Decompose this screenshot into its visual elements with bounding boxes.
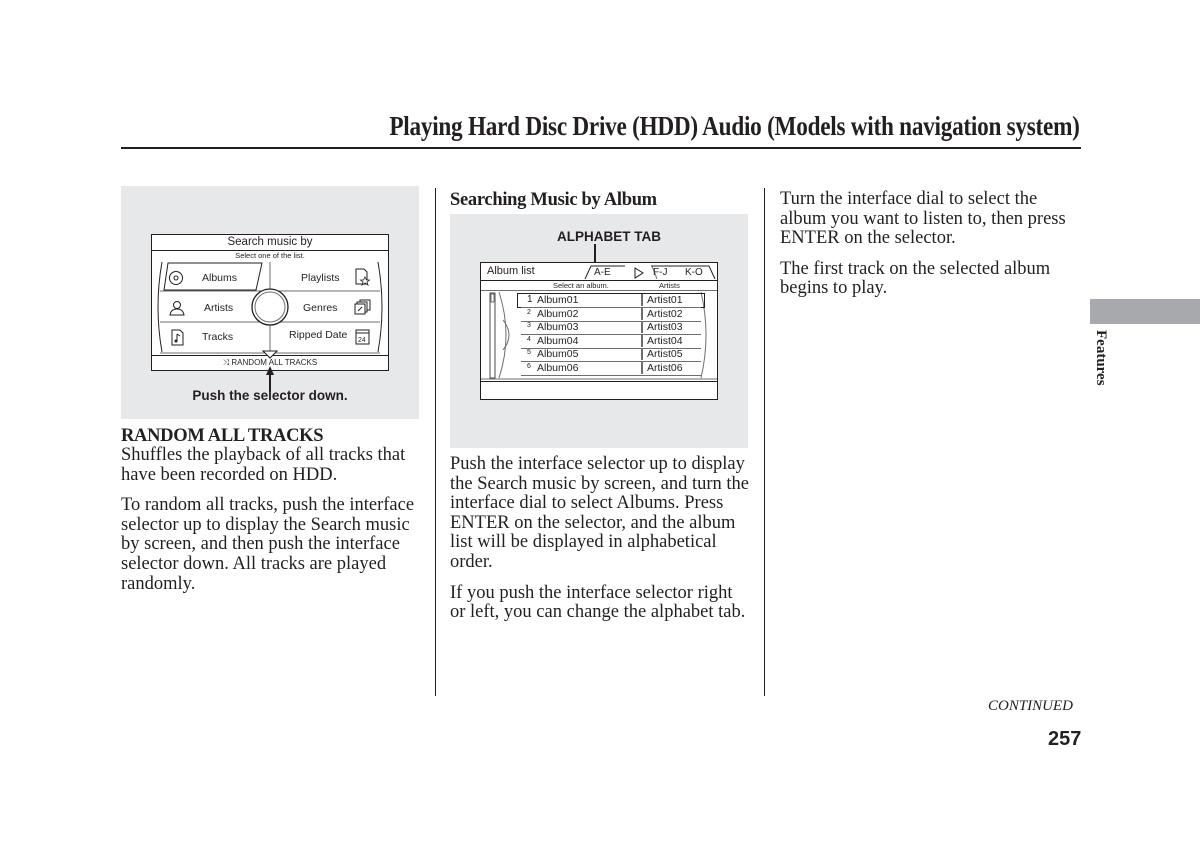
tab-a-e[interactable]: A-E xyxy=(594,267,611,278)
section-tab-marker xyxy=(1090,299,1200,324)
column-divider xyxy=(764,188,765,696)
screen-title: Search music by xyxy=(227,236,313,248)
figure-album-list: ALPHABET TAB Album list A-E F-J K-O Sele… xyxy=(450,214,748,448)
column-header-artist: Artists xyxy=(659,281,680,290)
svg-text:24: 24 xyxy=(358,337,366,344)
artist-name: Artist06 xyxy=(641,362,683,374)
album-list-row[interactable]: 5 Album05 Artist05 xyxy=(521,348,701,362)
title-rule xyxy=(121,147,1081,149)
continued-label: CONTINUED xyxy=(988,698,1074,714)
section-tab-label: Features xyxy=(1093,330,1109,386)
disc-icon xyxy=(168,270,184,291)
alphabet-tab-callout: ALPHABET TAB xyxy=(557,229,661,244)
artist-name: Artist01 xyxy=(641,294,683,306)
tab-k-o[interactable]: K-O xyxy=(685,267,703,278)
column-header-album: Select an album. xyxy=(553,281,609,290)
album-name: Album05 xyxy=(537,348,579,360)
genres-folders-icon xyxy=(354,299,371,320)
option-genres[interactable]: Genres xyxy=(303,302,337,314)
playlist-star-icon xyxy=(354,268,371,291)
calendar-icon: 24 xyxy=(355,328,371,350)
option-ripped-date[interactable]: Ripped Date xyxy=(289,329,347,341)
menu-frame xyxy=(157,261,383,354)
album-name: Album02 xyxy=(537,308,579,320)
album-list-row[interactable]: 3 Album03 Artist03 xyxy=(521,321,701,335)
option-albums[interactable]: Albums xyxy=(202,272,237,284)
album-name: Album03 xyxy=(537,321,579,333)
album-list-row[interactable]: 4 Album04 Artist04 xyxy=(521,335,701,349)
paragraph: Push the interface selector up to displa… xyxy=(450,454,749,572)
figure-search-music: Search music by Select one of the list. … xyxy=(121,186,419,419)
album-name: Album01 xyxy=(537,294,579,306)
page-number: 257 xyxy=(1048,728,1082,750)
row-number: 1 xyxy=(527,294,533,305)
paragraph: Turn the interface dial to select the al… xyxy=(780,189,1066,249)
shuffle-icon: ⤨ xyxy=(222,358,230,367)
row-number: 6 xyxy=(527,363,531,370)
page-title: Playing Hard Disc Drive (HDD) Audio (Mod… xyxy=(389,111,1081,141)
screen-subtitle: Select one of the list. xyxy=(235,251,305,260)
option-playlists[interactable]: Playlists xyxy=(301,272,340,284)
paragraph: To random all tracks, push the interface… xyxy=(121,495,415,594)
section-heading: RANDOM ALL TRACKS xyxy=(121,426,324,446)
option-tracks[interactable]: Tracks xyxy=(202,331,233,343)
column-divider xyxy=(435,188,436,696)
screen-title: Album list xyxy=(487,265,535,277)
row-number: 3 xyxy=(527,322,531,329)
option-artists[interactable]: Artists xyxy=(204,302,233,314)
paragraph: If you push the interface selector right… xyxy=(450,582,746,623)
album-list-screen: Album list A-E F-J K-O Select an album. … xyxy=(480,262,718,400)
section-heading: Searching Music by Album xyxy=(450,190,657,210)
artist-name: Artist03 xyxy=(641,321,683,333)
search-music-screen: Search music by Select one of the list. … xyxy=(151,234,389,371)
artist-name: Artist04 xyxy=(641,335,683,347)
paragraph: The first track on the selected album be… xyxy=(780,258,1051,299)
divider xyxy=(481,381,717,382)
album-name: Album06 xyxy=(537,362,579,374)
row-number: 2 xyxy=(527,309,531,316)
album-list-row[interactable]: 6 Album06 Artist06 xyxy=(521,362,701,376)
album-list-row[interactable]: 2 Album02 Artist02 xyxy=(521,308,701,322)
row-number: 5 xyxy=(527,349,531,356)
album-name: Album04 xyxy=(537,335,579,347)
tab-f-j[interactable]: F-J xyxy=(653,267,667,278)
paragraph: Shuffles the playback of all tracks that… xyxy=(121,445,406,485)
row-number: 4 xyxy=(527,336,531,343)
artist-name: Artist05 xyxy=(641,348,683,360)
figure-caption: Push the selector down. xyxy=(192,388,348,403)
person-icon xyxy=(169,300,185,321)
album-list-row[interactable]: 1 Album01 Artist01 xyxy=(521,294,701,308)
artist-name: Artist02 xyxy=(641,308,683,320)
music-note-file-icon xyxy=(171,329,185,351)
